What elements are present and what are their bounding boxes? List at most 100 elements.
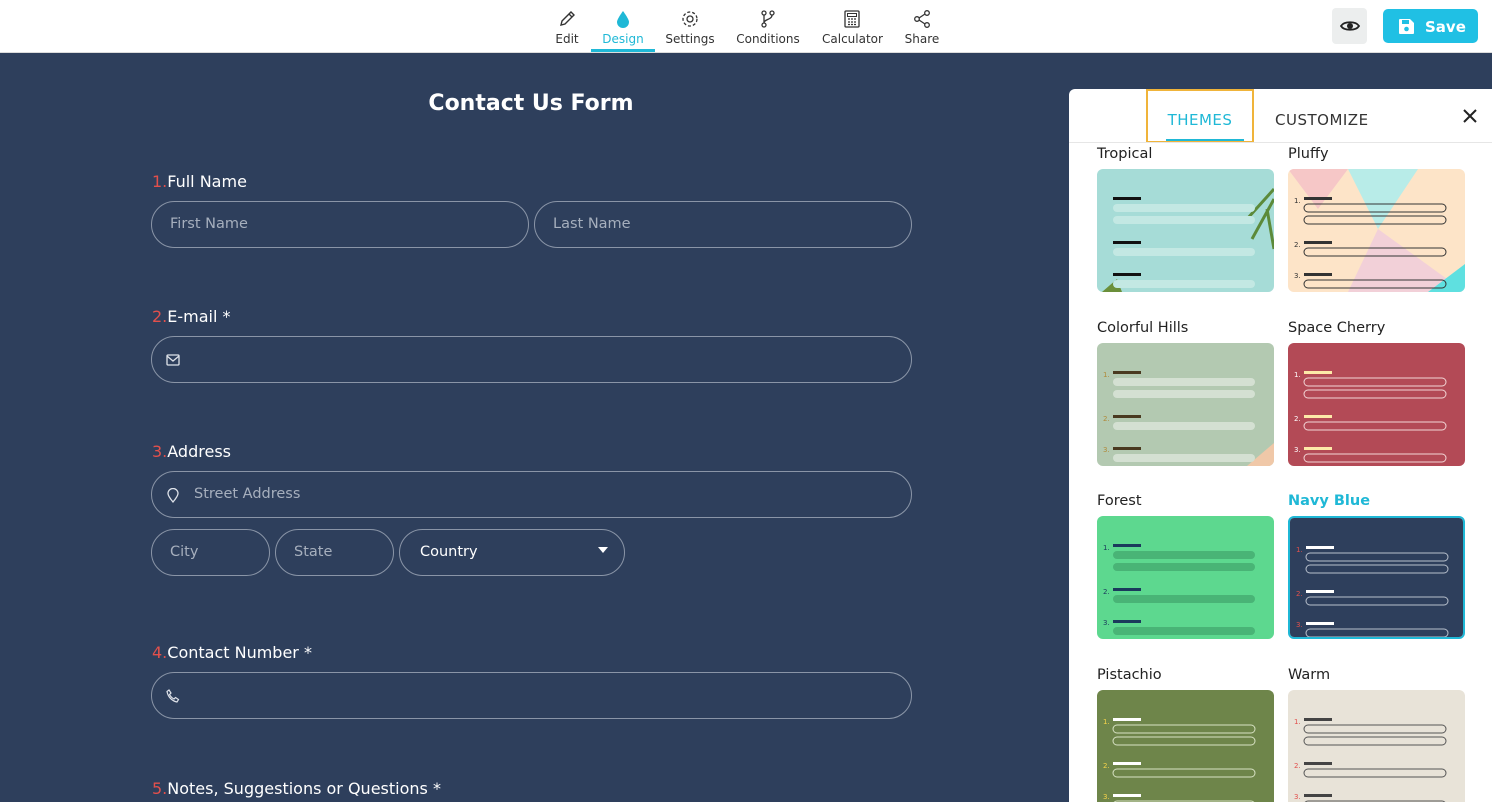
question-number: 2. — [152, 307, 168, 326]
panel-divider — [1069, 142, 1492, 143]
eye-icon — [1340, 21, 1360, 31]
envelope-icon — [166, 354, 180, 366]
theme-preview: 1. 2. 3. — [1097, 690, 1274, 802]
question-label: 5.Notes, Suggestions or Questions * — [152, 779, 441, 798]
question-text: Address — [167, 442, 231, 461]
theme-name: Colorful Hills — [1097, 320, 1189, 336]
question-label: 4.Contact Number * — [152, 643, 312, 662]
form-canvas: Contact Us Form 1.Full Name First Name L… — [0, 53, 1068, 802]
theme-card-colorful-hills[interactable]: 1. 2. 3. — [1097, 343, 1274, 466]
email-field[interactable] — [151, 336, 912, 383]
preview-button[interactable] — [1332, 8, 1367, 44]
theme-preview-number: 2. — [1103, 415, 1110, 423]
tab-settings-label: Settings — [665, 32, 715, 46]
required-marker: * — [222, 307, 231, 326]
city-field[interactable]: City — [151, 529, 270, 576]
branch-icon — [761, 10, 775, 28]
tab-edit[interactable]: Edit — [550, 0, 584, 52]
theme-card-pluffy[interactable]: 1. 2. 3. — [1288, 169, 1465, 292]
first-name-field[interactable]: First Name — [151, 201, 529, 248]
theme-preview-number: 2. — [1296, 590, 1303, 598]
question-number: 3. — [152, 442, 168, 461]
theme-preview-number: 1. — [1294, 718, 1301, 726]
theme-name: Pluffy — [1288, 146, 1329, 162]
theme-preview-number: 2. — [1294, 241, 1301, 249]
theme-preview-number: 2. — [1294, 415, 1301, 423]
first-name-placeholder: First Name — [170, 216, 248, 232]
question-text: Notes, Suggestions or Questions — [167, 779, 428, 798]
tab-conditions[interactable]: Conditions — [736, 0, 800, 52]
tab-calculator[interactable]: Calculator — [822, 0, 883, 52]
theme-card-space-cherry[interactable]: 1. 2. 3. — [1288, 343, 1465, 466]
state-placeholder: State — [294, 544, 333, 560]
tab-design-label: Design — [602, 32, 644, 46]
state-field[interactable]: State — [275, 529, 394, 576]
country-value: Country — [420, 544, 478, 560]
theme-card-warm[interactable]: 1. 2. 3. — [1288, 690, 1465, 802]
form-title: Contact Us Form — [428, 91, 634, 116]
save-label: Save — [1425, 18, 1466, 36]
design-panel: THEMES CUSTOMIZE Tropical Pluffy Colorfu… — [1069, 89, 1492, 802]
theme-preview-number: 2. — [1294, 762, 1301, 770]
required-marker: * — [432, 779, 441, 798]
theme-preview-number: 2. — [1103, 762, 1110, 770]
tab-themes[interactable]: THEMES — [1146, 89, 1254, 143]
theme-name: Forest — [1097, 493, 1142, 509]
question-label: 1.Full Name — [152, 172, 247, 191]
theme-preview-number: 3. — [1296, 621, 1303, 629]
question-number: 5. — [152, 779, 168, 798]
close-icon[interactable] — [1462, 108, 1478, 124]
tab-share[interactable]: Share — [904, 0, 940, 52]
theme-preview-number: 2. — [1103, 588, 1110, 596]
theme-preview: 1. 2. 3. — [1097, 516, 1274, 639]
required-marker: * — [303, 643, 312, 662]
theme-preview: 1. 2. 3. — [1288, 169, 1465, 292]
theme-preview-number: 3. — [1103, 619, 1110, 627]
tab-customize[interactable]: CUSTOMIZE — [1275, 89, 1369, 143]
theme-preview-number: 3. — [1103, 793, 1110, 801]
theme-card-forest[interactable]: 1. 2. 3. — [1097, 516, 1274, 639]
question-label: 3.Address — [152, 442, 231, 461]
tab-edit-label: Edit — [555, 32, 579, 46]
contact-number-field[interactable] — [151, 672, 912, 719]
theme-name: Navy Blue — [1288, 493, 1371, 509]
tab-design[interactable]: Design — [591, 0, 655, 52]
theme-preview: 1. 2. 3. — [1288, 690, 1465, 802]
tab-calculator-label: Calculator — [822, 32, 883, 46]
theme-name: Space Cherry — [1288, 320, 1386, 336]
calculator-icon — [844, 10, 860, 28]
tab-settings[interactable]: Settings — [664, 0, 716, 52]
theme-preview-number: 1. — [1103, 371, 1110, 379]
theme-preview: 1. 2. 3. — [1290, 518, 1463, 637]
street-address-placeholder: Street Address — [194, 486, 301, 502]
theme-card-tropical[interactable] — [1097, 169, 1274, 292]
theme-preview-number: 3. — [1294, 446, 1301, 454]
city-placeholder: City — [170, 544, 199, 560]
street-address-field[interactable]: Street Address — [151, 471, 912, 518]
country-select[interactable]: Country — [399, 529, 625, 576]
question-number: 4. — [152, 643, 168, 662]
theme-preview: 1. 2. 3. — [1097, 343, 1274, 466]
location-pin-icon — [167, 488, 179, 503]
theme-preview-number: 1. — [1296, 546, 1303, 554]
question-label: 2.E-mail * — [152, 307, 231, 326]
question-text: Full Name — [167, 172, 247, 191]
tab-share-label: Share — [904, 32, 940, 46]
phone-icon — [166, 689, 180, 703]
theme-name: Tropical — [1097, 146, 1153, 162]
theme-preview — [1097, 169, 1274, 292]
save-button[interactable]: Save — [1383, 9, 1478, 43]
share-icon — [914, 10, 930, 28]
tab-conditions-label: Conditions — [736, 32, 800, 46]
last-name-field[interactable]: Last Name — [534, 201, 912, 248]
theme-name: Pistachio — [1097, 667, 1162, 683]
theme-preview-number: 1. — [1103, 718, 1110, 726]
gear-icon — [682, 11, 698, 27]
last-name-placeholder: Last Name — [553, 216, 631, 232]
theme-preview-number: 3. — [1294, 272, 1301, 280]
theme-card-pistachio[interactable]: 1. 2. 3. — [1097, 690, 1274, 802]
theme-card-navy-blue[interactable]: 1. 2. 3. — [1288, 516, 1465, 639]
droplet-icon — [617, 11, 629, 28]
theme-preview-number: 3. — [1294, 793, 1301, 801]
question-text: E-mail — [167, 307, 218, 326]
